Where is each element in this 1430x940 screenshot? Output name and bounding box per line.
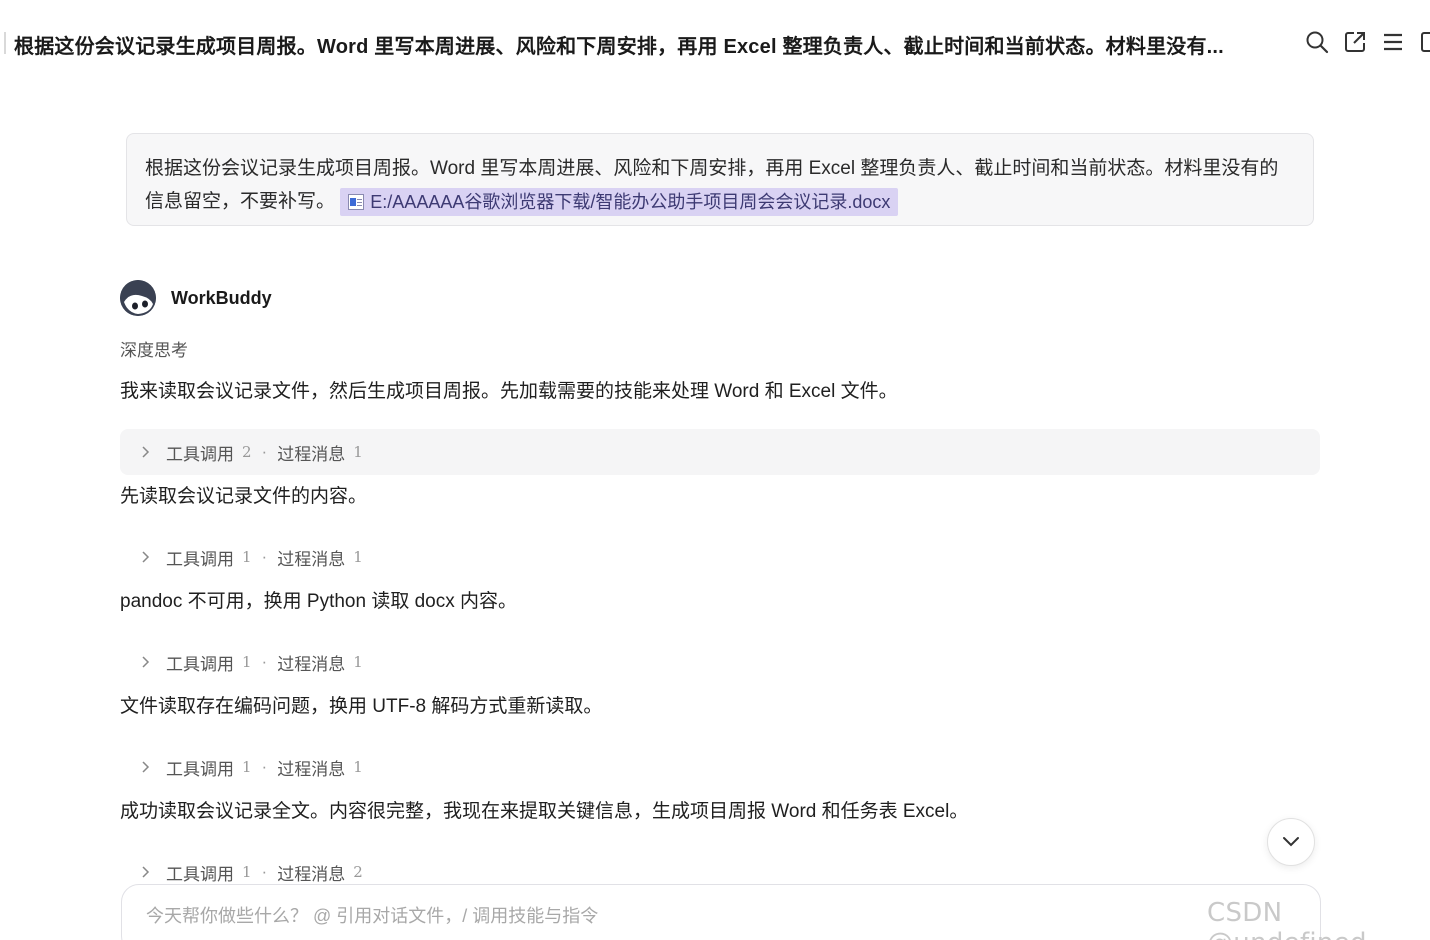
- word-file-icon: [348, 193, 365, 210]
- separator: ·: [261, 547, 268, 566]
- top-bar: 根据这份会议记录生成项目周报。Word 里写本周进展、风险和下周安排，再用 Ex…: [0, 0, 1430, 88]
- tool-call-count: 1: [242, 548, 252, 566]
- assistant-avatar: [120, 280, 156, 316]
- menu-icon[interactable]: [1380, 29, 1406, 55]
- conversation-title: 根据这份会议记录生成项目周报。Word 里写本周进展、风险和下周安排，再用 Ex…: [14, 36, 1224, 58]
- export-icon[interactable]: [1342, 29, 1368, 55]
- assistant-name: WorkBuddy: [171, 288, 272, 308]
- process-msg-count: 2: [353, 863, 363, 881]
- chevron-down-icon: [1283, 837, 1299, 847]
- sidebar-edge: [4, 32, 6, 54]
- tool-call-label: 工具调用: [166, 444, 234, 464]
- user-message: 根据这份会议记录生成项目周报。Word 里写本周进展、风险和下周安排，再用 Ex…: [126, 133, 1314, 226]
- chevron-right-icon: [138, 760, 152, 774]
- tool-call-count: 2: [242, 443, 252, 461]
- chat-input-box[interactable]: [121, 884, 1321, 940]
- thinking-label[interactable]: 深度思考: [120, 336, 188, 361]
- tool-call-label: 工具调用: [166, 549, 234, 569]
- step-text: 先读取会议记录文件的内容。: [120, 486, 368, 507]
- tool-call-row[interactable]: 工具调用 1 · 过程消息 1: [120, 534, 1320, 580]
- tool-call-count: 1: [242, 863, 252, 881]
- tool-call-label: 工具调用: [166, 654, 234, 674]
- chevron-right-icon: [138, 655, 152, 669]
- process-msg-count: 1: [353, 548, 363, 566]
- tool-call-row[interactable]: 工具调用 1 · 过程消息 1: [120, 639, 1320, 685]
- chevron-right-icon: [138, 445, 152, 459]
- process-msg-label: 过程消息: [277, 654, 346, 674]
- tool-call-label: 工具调用: [166, 759, 234, 779]
- step-text: pandoc 不可用，换用 Python 读取 docx 内容。: [120, 591, 518, 612]
- separator: ·: [261, 757, 268, 776]
- attachment-chip[interactable]: E:/AAAAAA谷歌浏览器下载/智能办公助手项目周会会议记录.docx: [340, 187, 899, 216]
- tool-call-row[interactable]: 工具调用 2 · 过程消息 1: [120, 429, 1320, 475]
- tool-call-row[interactable]: 工具调用 1 · 过程消息 1: [120, 744, 1320, 790]
- attachment-path: E:/AAAAAA谷歌浏览器下载/智能办公助手项目周会会议记录.docx: [370, 191, 891, 212]
- tool-call-label: 工具调用: [166, 864, 234, 884]
- tool-call-count: 1: [242, 653, 252, 671]
- step-text: 文件读取存在编码问题，换用 UTF-8 解码方式重新读取。: [120, 696, 603, 717]
- process-msg-count: 1: [353, 758, 363, 776]
- tool-call-count: 1: [242, 758, 252, 776]
- process-msg-count: 1: [353, 653, 363, 671]
- process-msg-label: 过程消息: [277, 864, 346, 884]
- separator: ·: [261, 652, 268, 671]
- process-msg-count: 1: [353, 443, 363, 461]
- process-msg-label: 过程消息: [277, 549, 346, 569]
- step-text: 我来读取会议记录文件，然后生成项目周报。先加载需要的技能来处理 Word 和 E…: [120, 381, 898, 402]
- toolbar-icons: [1304, 29, 1430, 55]
- process-msg-label: 过程消息: [277, 444, 346, 464]
- scroll-to-bottom-button[interactable]: [1267, 818, 1315, 866]
- process-msg-label: 过程消息: [277, 759, 346, 779]
- search-icon[interactable]: [1304, 29, 1330, 55]
- step-text: 成功读取会议记录全文。内容很完整，我现在来提取关键信息，生成项目周报 Word …: [120, 801, 969, 822]
- panel-icon[interactable]: [1418, 29, 1430, 55]
- chevron-right-icon: [138, 865, 152, 879]
- separator: ·: [261, 862, 268, 881]
- separator: ·: [261, 442, 268, 461]
- chat-input[interactable]: [146, 903, 1046, 929]
- watermark: CSDN @undefined: [1207, 898, 1367, 940]
- chevron-right-icon: [138, 550, 152, 564]
